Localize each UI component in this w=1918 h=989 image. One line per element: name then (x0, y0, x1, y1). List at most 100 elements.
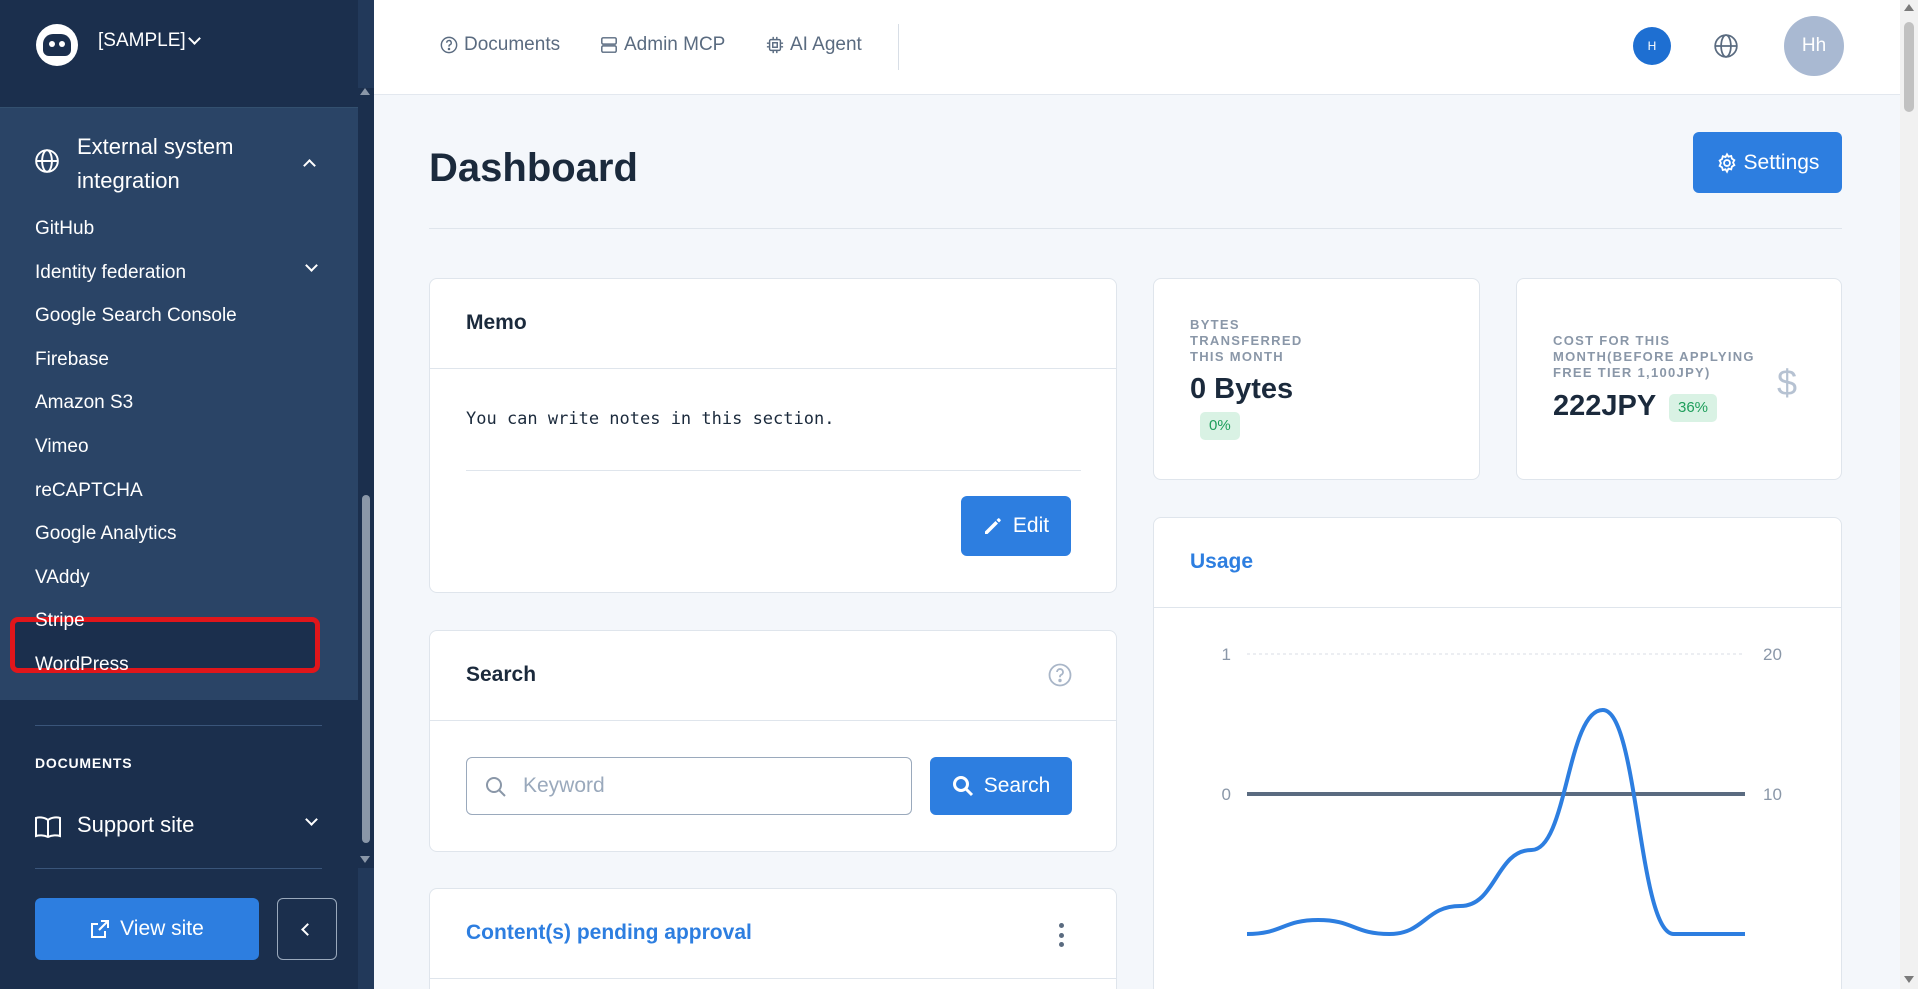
stat-label: BYTES (1190, 317, 1240, 332)
globe-icon (35, 149, 59, 173)
status-badge: 36% (1669, 394, 1718, 422)
chart-series-line (1246, 707, 1745, 937)
usage-chart: 1 0 20 10 (1222, 645, 1782, 937)
chevron-up-icon[interactable] (303, 159, 316, 172)
sidebar-item-google-search-console[interactable]: Google Search Console (35, 301, 237, 331)
stat-label: COST FOR THIS (1553, 333, 1671, 348)
question-circle-icon (440, 36, 458, 54)
page-scrollbar[interactable] (1900, 0, 1918, 989)
cost-stat-card: COST FOR THIS MONTH(BEFORE APPLYING FREE… (1516, 278, 1842, 480)
divider (35, 725, 322, 726)
top-bar: Documents Admin MCP AI Agent H Hh (374, 0, 1900, 95)
sidebar-item-vaddy[interactable]: VAddy (35, 563, 90, 593)
topbar-link-label: AI Agent (790, 34, 862, 55)
chevron-left-icon (300, 922, 314, 936)
site-name: [SAMPLE] (98, 30, 186, 51)
card-header: Usage (1154, 518, 1841, 608)
search-input[interactable] (523, 758, 903, 814)
topbar-link-ai-agent[interactable]: AI Agent (766, 34, 862, 56)
sidebar-bottom: DOCUMENTS Support site View site (0, 700, 358, 989)
scroll-up-arrow-icon[interactable] (360, 88, 370, 95)
stat-value: 222JPY (1553, 390, 1657, 422)
status-badge: 0% (1200, 412, 1240, 440)
chevron-down-icon[interactable] (305, 259, 318, 272)
documents-section-label: DOCUMENTS (35, 755, 133, 771)
scroll-down-arrow-icon[interactable] (1904, 976, 1914, 983)
left-axis-tick: 1 (1222, 645, 1231, 664)
sidebar-item-recaptcha[interactable]: reCAPTCHA (35, 476, 143, 506)
stat-label: MONTH(BEFORE APPLYING (1553, 349, 1755, 364)
bytes-stat-card: BYTES TRANSFERRED THIS MONTH 0 Bytes 0% (1153, 278, 1480, 480)
usage-title[interactable]: Usage (1190, 550, 1253, 574)
settings-button[interactable]: Settings (1693, 132, 1842, 193)
user-avatar[interactable]: Hh (1784, 16, 1844, 76)
topbar-link-documents[interactable]: Documents (440, 34, 560, 56)
sidebar: [SAMPLE] External system integration Git… (0, 0, 374, 989)
topbar-link-label: Documents (464, 34, 561, 55)
search-button[interactable]: Search (930, 757, 1072, 815)
memo-text: You can write notes in this section. (466, 409, 835, 429)
divider (898, 24, 899, 70)
sidebar-item-github[interactable]: GitHub (35, 214, 94, 244)
language-globe-icon[interactable] (1713, 33, 1739, 59)
chevron-down-icon (187, 32, 201, 45)
collapse-sidebar-button[interactable] (277, 898, 337, 960)
dollar-icon: $ (1777, 362, 1798, 403)
divider (35, 868, 322, 869)
site-logo[interactable] (36, 24, 78, 66)
sidebar-item-amazon-s3[interactable]: Amazon S3 (35, 388, 133, 418)
settings-label: Settings (1743, 150, 1820, 174)
card-header: Memo (430, 279, 1116, 369)
page-title: Dashboard (429, 146, 638, 190)
search-card: Search Search (429, 630, 1117, 852)
stat-label: FREE TIER 1,100JPY) (1553, 365, 1711, 380)
search-title: Search (466, 663, 537, 686)
memo-card: Memo You can write notes in this section… (429, 278, 1117, 593)
topbar-link-label: Admin MCP (624, 34, 726, 55)
page-scroll-thumb[interactable] (1904, 22, 1914, 112)
stat-label: THIS MONTH (1190, 349, 1284, 364)
edit-memo-button[interactable]: Edit (961, 496, 1071, 556)
site-switcher[interactable]: [SAMPLE] (98, 30, 201, 52)
sidebar-item-wordpress[interactable]: WordPress (35, 650, 129, 680)
sidebar-item-support-site[interactable]: Support site (77, 812, 194, 838)
site-avatar[interactable]: H (1633, 27, 1671, 65)
pencil-icon (984, 518, 1001, 534)
sidebar-item-vimeo[interactable]: Vimeo (35, 432, 89, 462)
pending-approval-title[interactable]: Content(s) pending approval (466, 921, 752, 945)
edit-label: Edit (1012, 514, 1050, 537)
memo-title: Memo (466, 311, 527, 334)
scroll-down-arrow-icon[interactable] (360, 856, 370, 863)
card-header: Content(s) pending approval (430, 889, 1116, 979)
right-axis-tick: 20 (1763, 645, 1782, 664)
sidebar-item-stripe[interactable]: Stripe (35, 606, 85, 636)
sidebar-group-external-system[interactable]: External system integration (0, 108, 358, 212)
sidebar-item-google-analytics[interactable]: Google Analytics (35, 519, 177, 549)
sidebar-scrollbar[interactable] (358, 88, 374, 868)
left-axis-tick: 0 (1222, 785, 1231, 804)
cpu-icon (766, 36, 784, 54)
more-options-icon[interactable] (1058, 923, 1064, 947)
divider (466, 470, 1081, 471)
question-circle-icon[interactable] (1048, 663, 1072, 687)
topbar-link-admin-mcp[interactable]: Admin MCP (600, 34, 725, 56)
scroll-up-arrow-icon[interactable] (1904, 4, 1914, 11)
sidebar-scroll-thumb[interactable] (362, 495, 370, 843)
book-icon (35, 816, 61, 838)
sidebar-item-firebase[interactable]: Firebase (35, 345, 109, 375)
right-axis-tick: 10 (1763, 785, 1782, 804)
search-icon (952, 776, 973, 797)
search-icon (486, 777, 506, 797)
search-field[interactable] (466, 757, 912, 815)
view-site-button[interactable]: View site (35, 898, 259, 960)
sidebar-menu: External system integration GitHub Ident… (0, 108, 358, 700)
sidebar-group-title: External system integration (77, 134, 234, 193)
server-icon (601, 37, 617, 53)
pending-approval-card: Content(s) pending approval (429, 888, 1117, 989)
search-button-label: Search (983, 774, 1051, 797)
sidebar-header: [SAMPLE] (0, 0, 358, 108)
chevron-down-icon[interactable] (305, 813, 318, 826)
stat-value: 0 Bytes (1190, 373, 1294, 405)
card-header: Search (430, 631, 1116, 721)
sidebar-item-identity-federation[interactable]: Identity federation (35, 258, 186, 288)
